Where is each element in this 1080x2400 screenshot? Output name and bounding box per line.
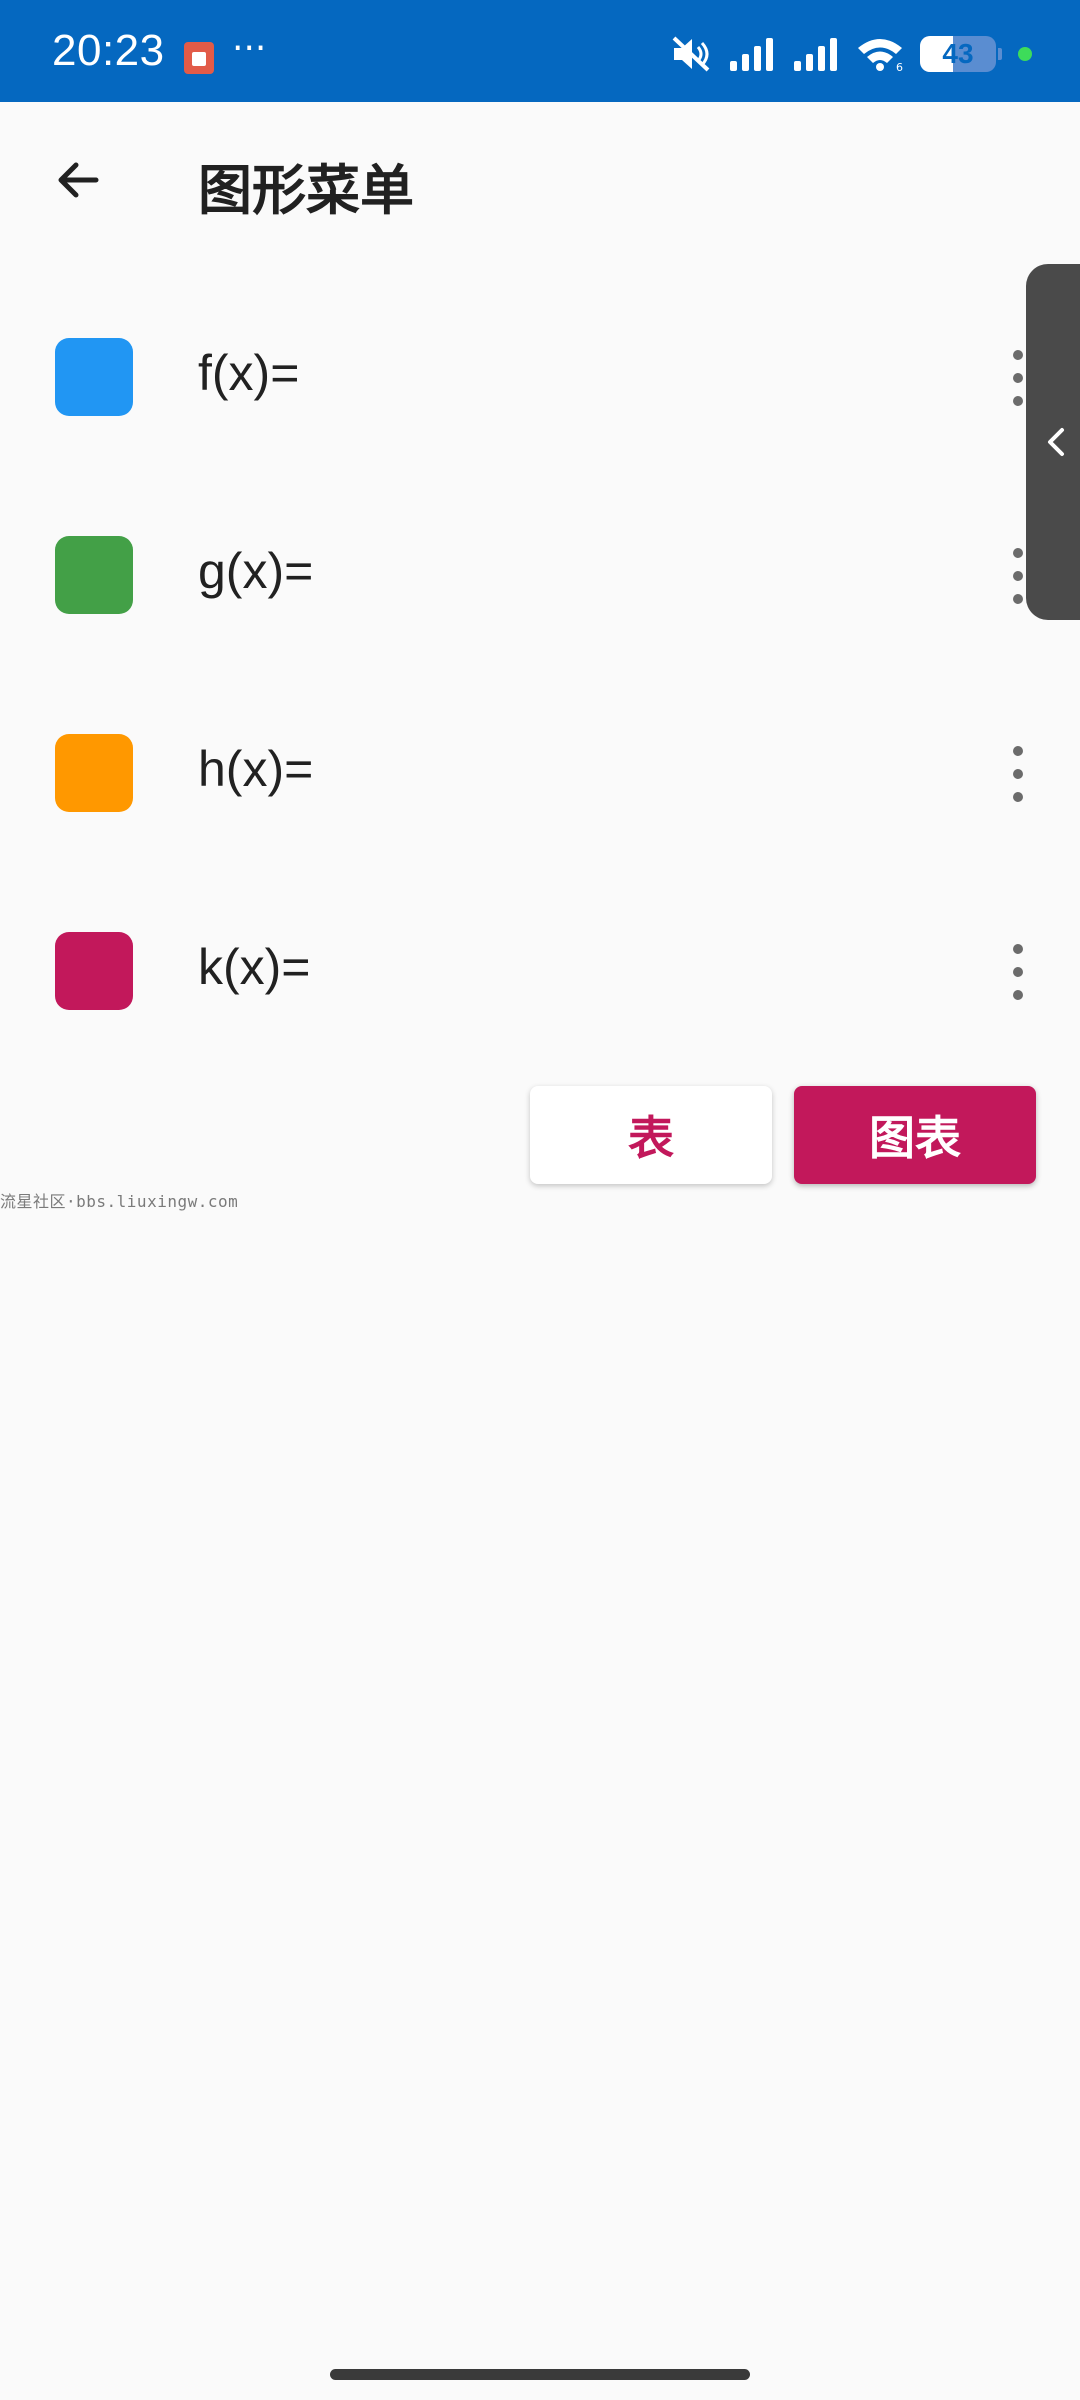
app-bar: 图形菜单 [0, 102, 1080, 258]
color-swatch[interactable] [55, 338, 133, 416]
graph-button[interactable]: 图表 [794, 1086, 1036, 1184]
status-time: 20:23 [52, 26, 165, 75]
function-label: f(x)= [198, 345, 300, 401]
function-label: g(x)= [198, 543, 314, 599]
edge-panel-handle[interactable] [1026, 264, 1080, 620]
function-row-k[interactable]: k(x)= [0, 872, 1080, 1070]
more-options-icon[interactable] [1000, 944, 1036, 1000]
back-button[interactable] [40, 142, 116, 218]
status-icons: 6 43 [670, 34, 1032, 74]
color-swatch[interactable] [55, 536, 133, 614]
svg-text:6: 6 [896, 61, 903, 72]
signal-icon [728, 37, 776, 71]
color-swatch[interactable] [55, 734, 133, 812]
signal-icon [792, 37, 840, 71]
status-bar: 20:23 ··· 6 43 [0, 0, 1080, 102]
chevron-left-icon [1048, 428, 1064, 456]
function-label: h(x)= [198, 741, 314, 797]
function-label: k(x)= [198, 939, 311, 995]
battery-level: 43 [942, 38, 974, 69]
table-button[interactable]: 表 [530, 1086, 772, 1184]
arrow-left-icon [58, 162, 99, 198]
more-notifications-icon: ··· [232, 28, 267, 69]
watermark-text: 流星社区·bbs.liuxingw.com [0, 1192, 239, 1211]
function-list: f(x)= g(x)= h(x)= k(x)= [0, 278, 1080, 1070]
function-row-h[interactable]: h(x)= [0, 674, 1080, 872]
function-row-f[interactable]: f(x)= [0, 278, 1080, 476]
privacy-indicator-dot [1018, 47, 1032, 61]
function-row-g[interactable]: g(x)= [0, 476, 1080, 674]
page-title: 图形菜单 [198, 159, 414, 222]
battery-icon: 43 [920, 36, 996, 72]
more-options-icon[interactable] [1000, 746, 1036, 802]
mute-icon [670, 35, 712, 73]
wifi-icon: 6 [856, 36, 904, 72]
notification-app-icon [184, 42, 214, 74]
home-gesture-bar[interactable] [330, 2369, 750, 2380]
battery-cap [998, 48, 1002, 60]
color-swatch[interactable] [55, 932, 133, 1010]
